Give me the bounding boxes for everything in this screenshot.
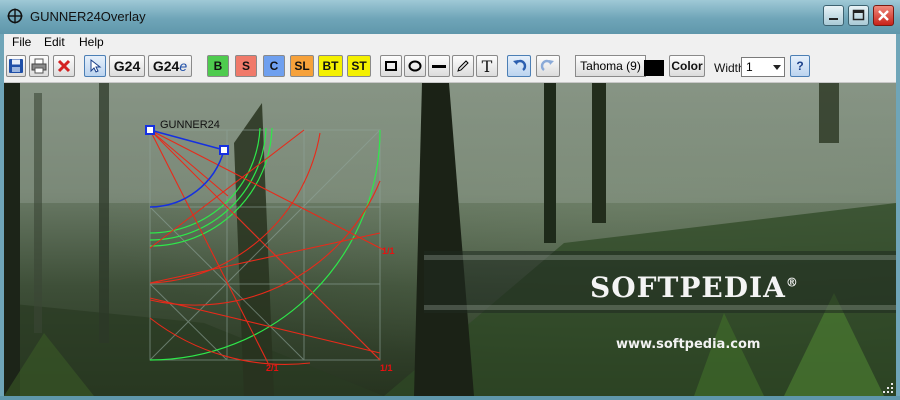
fan-label-bottom-right: 1/1: [380, 363, 393, 373]
minimize-button[interactable]: [823, 5, 844, 26]
rectangle-tool-button[interactable]: [380, 55, 402, 77]
ellipse-icon: [408, 60, 422, 72]
window-frame-bottom: [0, 396, 900, 400]
menu-help[interactable]: Help: [79, 35, 104, 49]
registered-mark: ®: [785, 275, 799, 290]
undo-arrow-icon: [513, 59, 527, 71]
minimize-icon: [829, 18, 838, 20]
delete-button[interactable]: [53, 55, 75, 77]
redo-button[interactable]: [536, 55, 560, 77]
mode-button-sl[interactable]: SL: [290, 55, 314, 77]
maximize-button[interactable]: [848, 5, 869, 26]
watermark-text: SOFTPEDIA: [590, 271, 786, 304]
ellipse-tool-button[interactable]: [404, 55, 426, 77]
rectangle-icon: [385, 61, 397, 71]
line-tool-button[interactable]: [428, 55, 450, 77]
width-select[interactable]: 1: [741, 57, 785, 77]
forest-scene: [4, 83, 896, 396]
print-button[interactable]: [29, 55, 49, 77]
close-icon: [878, 10, 889, 21]
mode-button-s[interactable]: S: [235, 55, 257, 77]
fan-label-top: 1/1: [382, 246, 395, 256]
color-swatch[interactable]: [644, 60, 664, 76]
mode-button-st[interactable]: ST: [347, 55, 371, 77]
watermark-url: www.softpedia.com: [616, 337, 761, 352]
help-button[interactable]: ?: [790, 55, 810, 77]
window-frame-right: [896, 34, 900, 400]
window-title: GUNNER24Overlay: [30, 9, 146, 24]
softpedia-watermark: SOFTPEDIA®: [590, 271, 799, 304]
close-window-button[interactable]: [873, 5, 894, 26]
menu-bar: File Edit Help: [4, 34, 896, 51]
select-pointer-button[interactable]: [84, 55, 106, 77]
mode-button-c[interactable]: C: [263, 55, 285, 77]
save-button[interactable]: [6, 55, 26, 77]
g24e-suffix: e: [179, 58, 188, 74]
width-value: 1: [746, 60, 753, 74]
text-tool-button[interactable]: T: [476, 55, 498, 77]
red-x-icon: [57, 59, 71, 73]
menu-file[interactable]: File: [12, 35, 31, 49]
g24e-label: G24: [152, 58, 180, 74]
printer-icon: [31, 58, 47, 74]
menu-edit[interactable]: Edit: [44, 35, 65, 49]
mode-button-b[interactable]: B: [207, 55, 229, 77]
redo-arrow-icon: [540, 59, 554, 71]
maximize-icon: [852, 9, 865, 21]
chart-title: GUNNER24: [160, 119, 220, 131]
title-bar[interactable]: GUNNER24Overlay: [0, 0, 900, 34]
cursor-arrow-icon: [90, 58, 102, 73]
undo-button[interactable]: [507, 55, 531, 77]
resize-grip-icon[interactable]: [882, 382, 894, 394]
pen-tool-button[interactable]: [452, 55, 474, 77]
fan-label-bottom-left: 2/1: [266, 363, 279, 373]
floppy-disk-icon: [9, 59, 23, 73]
color-button[interactable]: Color: [669, 55, 705, 77]
crosshair-icon: [7, 8, 23, 24]
toolbar: G24 G24 e B S C SL BT ST T Tahoma (9) Col…: [4, 51, 896, 83]
g24-button[interactable]: G24: [109, 55, 145, 77]
line-icon: [432, 65, 446, 68]
overlay-canvas[interactable]: GUNNER24 1/1 2/1 1/1 SOFTPEDIA® www.soft…: [4, 83, 896, 396]
g24e-button[interactable]: G24 e: [148, 55, 192, 77]
pen-icon: [457, 60, 469, 72]
font-selector[interactable]: Tahoma (9): [575, 55, 646, 77]
chevron-down-icon: [773, 65, 781, 70]
mode-button-bt[interactable]: BT: [318, 55, 343, 77]
